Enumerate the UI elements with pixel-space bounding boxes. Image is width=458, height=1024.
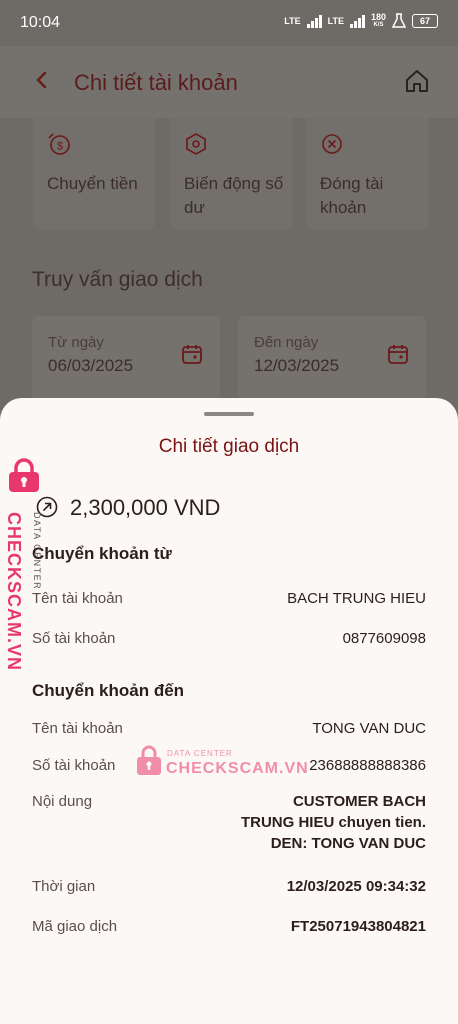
checkscam-watermark-side: CHECKSCAM.VN DATA CENTER [4, 458, 52, 671]
chevron-left-icon[interactable] [30, 66, 54, 94]
from-date-label: Từ ngày [48, 334, 104, 351]
from-section-heading: Chuyển khoản từ [32, 544, 172, 563]
close-circle-icon [322, 134, 342, 154]
watermark-subtext-center: DATA CENTER [167, 749, 233, 758]
close-account-card[interactable]: Đóng tài khoản [306, 118, 428, 230]
content-label: Nội dung [32, 793, 93, 810]
to-account-label: Số tài khoản [32, 757, 116, 774]
to-name-label: Tên tài khoản [32, 720, 123, 737]
to-date-label: Đến ngày [254, 334, 319, 351]
from-date-field[interactable]: Từ ngày 06/03/2025 [32, 316, 220, 400]
query-title: Truy vấn giao dịch [32, 268, 203, 291]
battery-icon: 67 [412, 14, 438, 28]
time-label: Thời gian [32, 878, 96, 895]
lock-icon [137, 745, 161, 775]
time-value: 12/03/2025 09:34:32 [286, 878, 426, 895]
account-detail-content: $ Chuyển tiền Biến động số dư Đóng tài k… [0, 118, 458, 418]
calendar-icon [388, 345, 408, 364]
transaction-id-value: FT25071943804821 [290, 918, 426, 935]
to-account-value: 23688888888386 [309, 757, 426, 774]
from-account-value: 0877609098 [342, 630, 426, 647]
to-name-value: TONG VAN DUC [312, 720, 426, 737]
network-type-2: LTE [327, 16, 344, 26]
transfer-label: Chuyển tiền [47, 174, 138, 193]
net-speed: 180 K/S [370, 12, 386, 29]
signal-icon [306, 14, 322, 28]
content-value: CUSTOMER BACH TRUNG HIEU chuyen tien. DE… [240, 793, 426, 852]
to-date-value: 12/03/2025 [254, 356, 340, 375]
sheet-title: Chi tiết giao dịch [158, 436, 300, 457]
transaction-amount: 2,300,000 VND [70, 495, 221, 520]
app-header: Chi tiết tài khoản [0, 46, 458, 118]
to-date-field[interactable]: Đến ngày 12/03/2025 [238, 316, 426, 400]
status-bar: 10:04 LTE LTE 180 K/S 67 [0, 0, 458, 46]
status-indicators: LTE LTE 180 K/S 67 [284, 13, 438, 29]
svg-text:$: $ [57, 141, 63, 153]
watermark-subtext: DATA CENTER [32, 512, 42, 591]
transaction-id-label: Mã giao dịch [32, 918, 118, 935]
from-date-value: 06/03/2025 [48, 356, 134, 375]
sheet-drag-handle[interactable] [204, 412, 254, 416]
transaction-detail-sheet: Chi tiết giao dịch 2,300,000 VND Chuyển … [0, 398, 458, 1024]
balance-change-card[interactable]: Biến động số dư [170, 118, 292, 230]
lock-icon [9, 458, 39, 492]
watermark-text: CHECKSCAM.VN [4, 512, 24, 672]
hexagon-icon [186, 133, 206, 155]
to-section-heading: Chuyển khoản đến [32, 681, 185, 700]
home-icon[interactable] [404, 68, 430, 94]
signal-icon-2 [349, 14, 365, 28]
dollar-transfer-icon: $ [48, 133, 70, 155]
balance-change-label: Biến động số dư [184, 174, 284, 217]
flask-icon [392, 13, 406, 28]
checkscam-watermark-center: DATA CENTER CHECKSCAM.VN [136, 744, 309, 784]
page-title: Chi tiết tài khoản [74, 70, 238, 95]
status-time: 10:04 [20, 14, 61, 31]
calendar-icon [182, 345, 202, 364]
close-account-label: Đóng tài khoản [320, 174, 384, 217]
network-type-1: LTE [284, 16, 301, 26]
watermark-text-center: CHECKSCAM.VN [166, 760, 309, 777]
transfer-card[interactable]: $ Chuyển tiền [33, 118, 155, 230]
from-name-value: BACH TRUNG HIEU [287, 590, 426, 607]
